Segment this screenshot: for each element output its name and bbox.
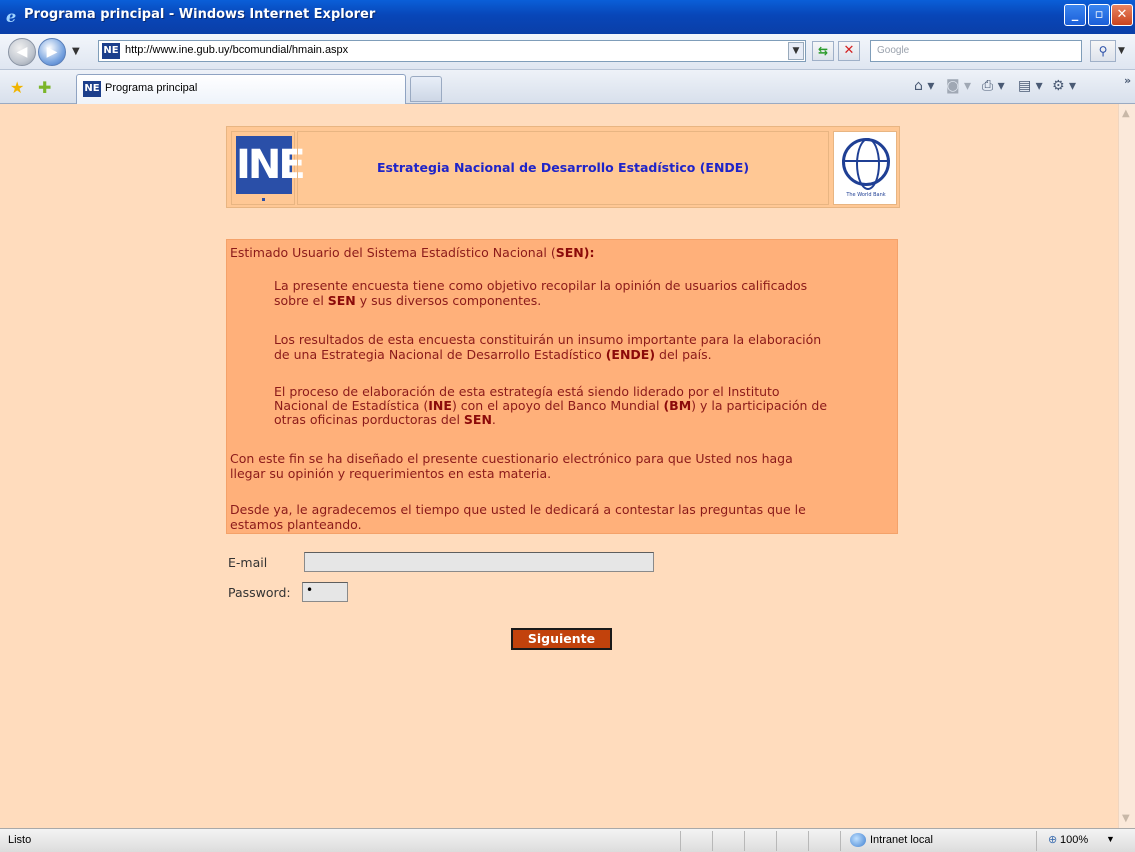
paragraph-4-line-1: Con este fin se ha diseñado el presente … bbox=[230, 451, 793, 466]
navigation-bar: ◀ ▶ ▼ NE http://www.ine.gub.uy/bcomundia… bbox=[0, 34, 1135, 70]
print-icon[interactable]: ⎙ ▾ bbox=[982, 78, 1005, 94]
password-field[interactable]: • bbox=[302, 582, 348, 602]
window-title-bar: e Programa principal - Windows Internet … bbox=[0, 0, 1135, 34]
world-bank-logo-text: The World Bank bbox=[846, 192, 886, 198]
intranet-zone-icon[interactable] bbox=[850, 833, 866, 847]
globe-icon bbox=[842, 138, 890, 190]
new-tab-button[interactable] bbox=[410, 76, 442, 102]
status-bar: Listo Intranet local ⊕ 100% ▼ bbox=[0, 828, 1135, 852]
search-icon[interactable]: ⚲ bbox=[1090, 40, 1116, 62]
status-text: Listo bbox=[8, 834, 32, 846]
stop-icon[interactable]: ✕ bbox=[838, 41, 860, 61]
search-input[interactable]: Google bbox=[870, 40, 1082, 62]
zoom-dropdown-icon[interactable]: ▼ bbox=[1106, 834, 1115, 844]
zoom-level[interactable]: 100% bbox=[1060, 834, 1088, 846]
password-label: Password: bbox=[228, 585, 291, 600]
feeds-icon[interactable]: ◙ ▾ bbox=[946, 78, 971, 94]
favorites-star-icon[interactable]: ★ bbox=[10, 78, 24, 97]
page-title: Estrategia Nacional de Desarrollo Estadí… bbox=[297, 131, 829, 205]
paragraph-4-line-2: llegar su opinión y requerimientos en es… bbox=[230, 466, 552, 481]
scroll-up-icon[interactable]: ▲ bbox=[1122, 108, 1130, 119]
paragraph-2-line-2: de una Estrategia Nacional de Desarrollo… bbox=[274, 347, 712, 362]
search-placeholder: Google bbox=[877, 45, 910, 56]
add-favorites-icon[interactable]: ✚ bbox=[38, 78, 51, 97]
paragraph-3-line-3: otras oficinas porductoras del SEN. bbox=[274, 412, 496, 427]
greeting-text: Estimado Usuario del Sistema Estadístico… bbox=[230, 245, 595, 260]
address-bar[interactable]: NE http://www.ine.gub.uy/bcomundial/hmai… bbox=[98, 40, 806, 62]
email-field[interactable] bbox=[304, 552, 654, 572]
site-favicon: NE bbox=[102, 43, 120, 59]
tab-bar: ★ ✚ NE Programa principal ⌂ ▾ ◙ ▾ ⎙ ▾ ▤ … bbox=[0, 70, 1135, 104]
zoom-icon[interactable]: ⊕ bbox=[1048, 833, 1057, 846]
home-icon[interactable]: ⌂ ▾ bbox=[914, 78, 934, 94]
address-url[interactable]: http://www.ine.gub.uy/bcomundial/hmain.a… bbox=[125, 44, 348, 56]
ine-logo-mark: INE bbox=[236, 136, 306, 194]
address-dropdown-icon[interactable]: ▼ bbox=[788, 42, 804, 60]
ie-icon: e bbox=[6, 7, 17, 26]
paragraph-1-line-2: sobre el SEN y sus diversos componentes. bbox=[274, 293, 542, 308]
siguiente-button[interactable]: Siguiente bbox=[511, 628, 612, 650]
scroll-down-icon[interactable]: ▼ bbox=[1122, 813, 1130, 824]
minimize-button[interactable]: _ bbox=[1064, 4, 1086, 26]
tab-programa-principal[interactable]: NE Programa principal bbox=[76, 74, 406, 104]
paragraph-3-line-2: Nacional de Estadística (INE) con el apo… bbox=[274, 398, 828, 413]
tab-label: Programa principal bbox=[105, 82, 198, 94]
search-options-icon[interactable]: ▼ bbox=[1118, 46, 1125, 56]
email-label: E-mail bbox=[228, 555, 268, 570]
maximize-button[interactable]: ▫ bbox=[1088, 4, 1110, 26]
tab-favicon: NE bbox=[83, 81, 101, 97]
world-bank-logo: The World Bank bbox=[833, 131, 897, 205]
security-zone-label[interactable]: Intranet local bbox=[870, 834, 933, 846]
more-commands-icon[interactable]: » bbox=[1124, 74, 1131, 87]
paragraph-2-line-1: Los resultados de esta encuesta constitu… bbox=[274, 332, 822, 347]
ine-logo: INE bbox=[231, 131, 306, 205]
paragraph-5-line-2: estamos planteando. bbox=[230, 517, 362, 532]
paragraph-5-line-1: Desde ya, le agradecemos el tiempo que u… bbox=[230, 502, 806, 517]
refresh-icon[interactable]: ⇆ bbox=[812, 41, 834, 61]
vertical-scrollbar[interactable]: ▲ ▼ bbox=[1118, 104, 1135, 828]
paragraph-3-line-1: El proceso de elaboración de esta estrat… bbox=[274, 384, 780, 399]
history-dropdown-icon[interactable]: ▼ bbox=[72, 46, 80, 57]
paragraph-1-line-1: La presente encuesta tiene como objetivo… bbox=[274, 278, 808, 293]
intro-text-box: Estimado Usuario del Sistema Estadístico… bbox=[226, 239, 898, 534]
close-button[interactable]: ✕ bbox=[1111, 4, 1133, 26]
page-header: INE Estrategia Nacional de Desarrollo Es… bbox=[226, 126, 900, 208]
page-icon[interactable]: ▤ ▾ bbox=[1018, 78, 1043, 94]
forward-arrow-icon[interactable]: ▶ bbox=[38, 38, 66, 66]
tools-icon[interactable]: ⚙ ▾ bbox=[1052, 78, 1076, 94]
page-content: INE Estrategia Nacional de Desarrollo Es… bbox=[0, 104, 1118, 828]
window-title: Programa principal - Windows Internet Ex… bbox=[24, 7, 376, 22]
back-arrow-icon[interactable]: ◀ bbox=[8, 38, 36, 66]
